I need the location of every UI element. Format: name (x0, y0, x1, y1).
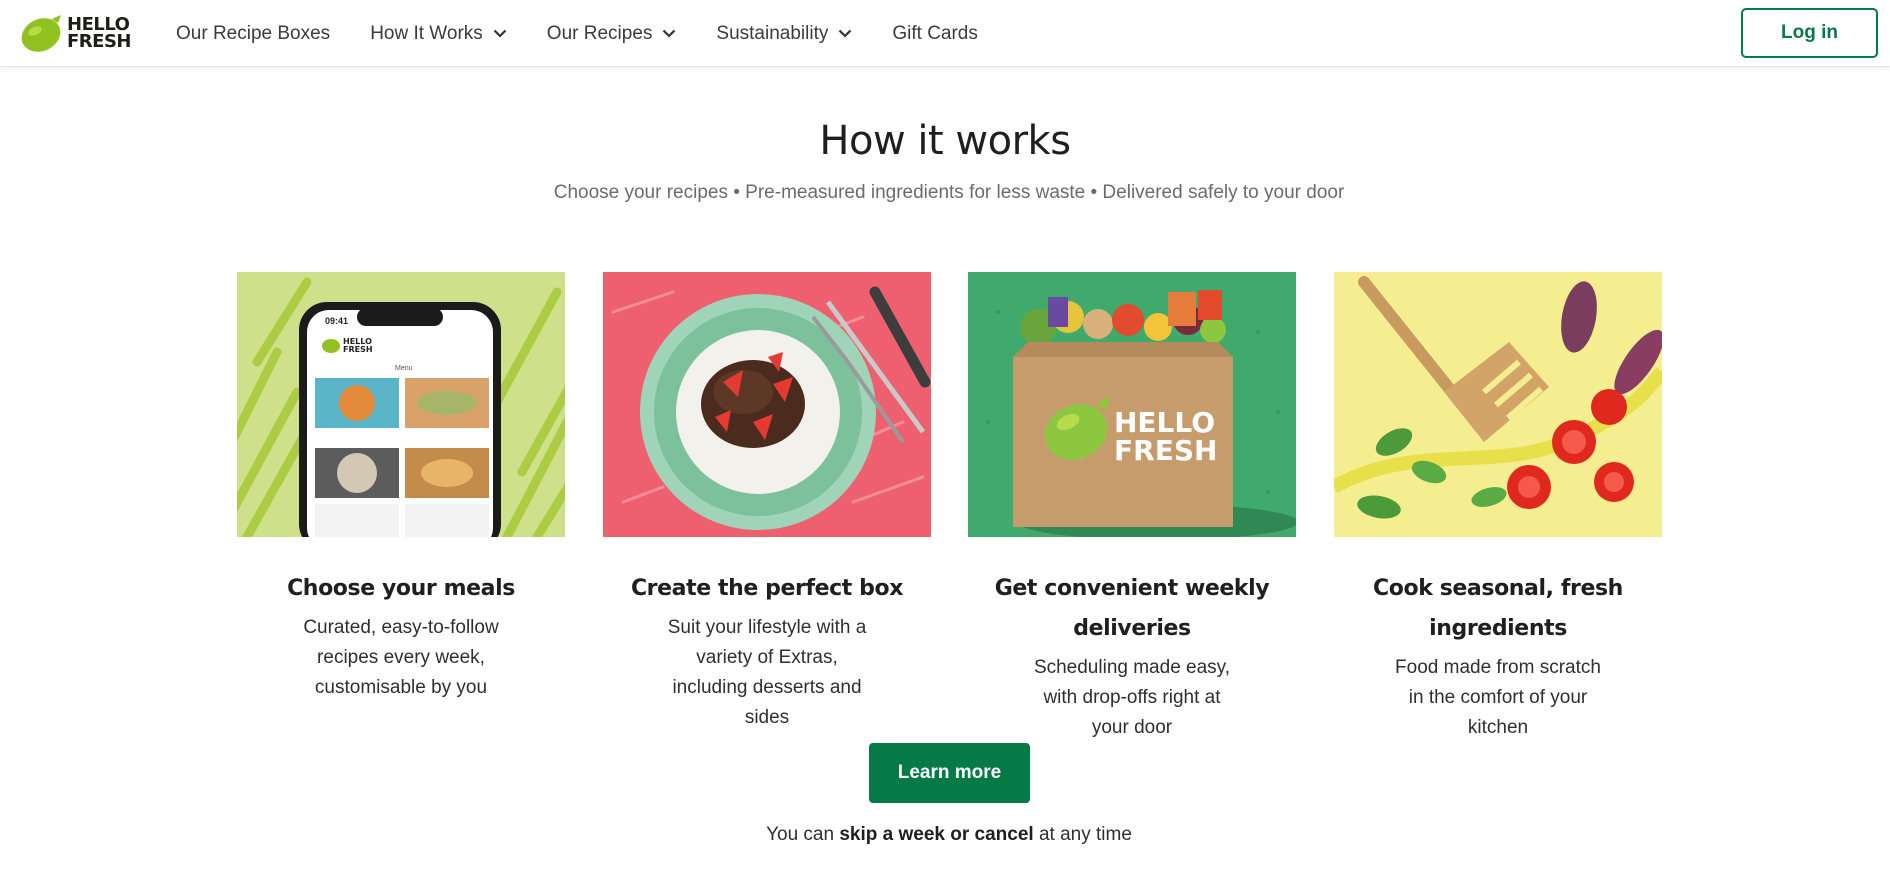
card-description: Scheduling made easy, with drop-offs rig… (1033, 657, 1231, 738)
nav-item-recipe-boxes[interactable]: Our Recipe Boxes (176, 23, 330, 45)
delivery-box-image: HELLO FRESH (968, 272, 1296, 537)
hellofresh-logo[interactable]: HELLO FRESH (19, 12, 131, 54)
skip-prefix: You can (766, 824, 840, 845)
section-title: How it works (819, 118, 1071, 164)
card-title: Create the perfect box (630, 576, 904, 601)
lime-logo-icon (21, 15, 61, 52)
nav-item-gift-cards[interactable]: Gift Cards (892, 23, 978, 45)
section-subtitle: Choose your recipes • Pre-measured ingre… (553, 182, 1345, 203)
skip-bold: skip a week or cancel (839, 824, 1034, 845)
main-nav: Our Recipe Boxes How It Works Our Recipe… (176, 0, 1018, 67)
skip-cancel-note: You can skip a week or cancel at any tim… (0, 824, 1890, 846)
card-title: Choose your meals (287, 576, 515, 601)
nav-item-our-recipes[interactable]: Our Recipes (547, 23, 677, 45)
nav-item-label: Sustainability (716, 22, 829, 44)
card-title: Get convenient weekly deliveries (994, 576, 1270, 641)
card-description: Curated, easy-to-follow recipes every we… (303, 617, 499, 698)
phone-app-image: 09:41 HELLO FRESH Menu (237, 272, 565, 537)
chevron-down-icon (493, 29, 507, 38)
learn-more-button[interactable]: Learn more (869, 743, 1030, 803)
how-it-works-card-cook: Cook seasonal, fresh ingredients Food ma… (1334, 272, 1662, 743)
nav-item-label: Our Recipe Boxes (176, 22, 331, 44)
site-header: HELLO FRESH Our Recipe Boxes How It Work… (0, 0, 1890, 67)
how-it-works-card-box: Create the perfect box Suit your lifesty… (603, 272, 931, 733)
chevron-down-icon (663, 29, 676, 38)
nav-item-sustainability[interactable]: Sustainability (716, 23, 852, 45)
skip-suffix: at any time (1033, 824, 1132, 845)
how-it-works-card-meals: 09:41 HELLO FRESH Menu Choose your meals… (237, 272, 565, 703)
nav-item-label: Our Recipes (546, 22, 653, 44)
chevron-down-icon (839, 29, 852, 38)
how-it-works-card-deliveries: HELLO FRESH Get convenient weekly delive… (968, 272, 1296, 743)
card-title: Cook seasonal, fresh ingredients (1373, 576, 1623, 641)
card-description: Food made from scratch in the comfort of… (1395, 657, 1601, 738)
nav-item-how-it-works[interactable]: How It Works (370, 23, 507, 45)
box-logo-line-2: FRESH (1114, 434, 1217, 467)
login-button[interactable]: Log in (1741, 8, 1878, 58)
logo-wordmark: HELLO FRESH (67, 16, 131, 52)
nav-item-label: Gift Cards (892, 22, 978, 44)
nav-item-label: How It Works (370, 22, 483, 44)
dessert-plate-image (603, 272, 931, 537)
logo-line-2: FRESH (67, 31, 131, 52)
phone-logo-line-2: FRESH (343, 345, 373, 354)
card-description: Suit your lifestyle with a variety of Ex… (667, 617, 867, 728)
fresh-ingredients-image (1334, 272, 1662, 537)
phone-time: 09:41 (325, 316, 348, 326)
phone-menu-label: Menu (395, 365, 413, 372)
